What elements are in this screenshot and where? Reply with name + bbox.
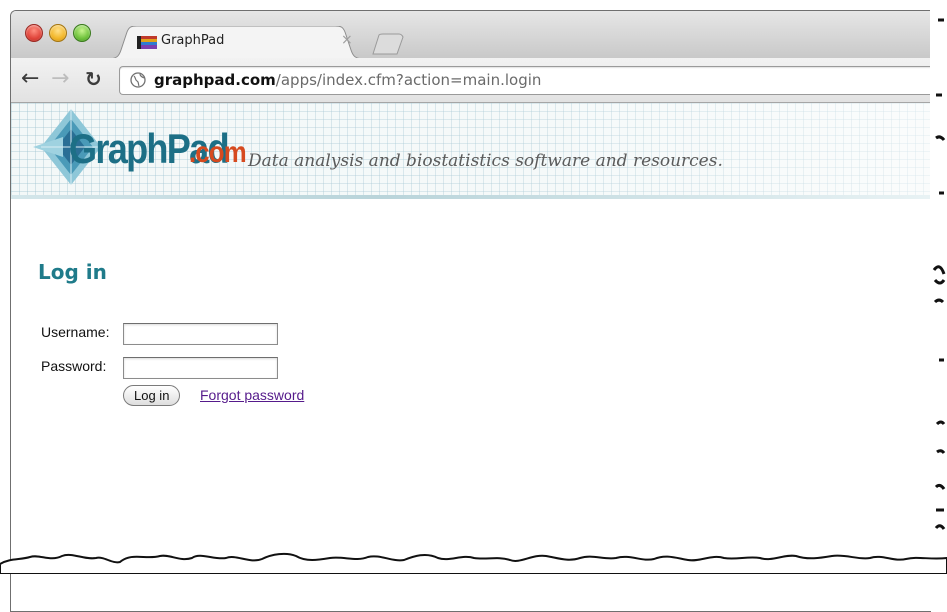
banner-divider (11, 195, 931, 199)
toolbar: ← → ↻ graphpad.com/apps/index.cfm?action… (11, 58, 931, 103)
page-viewport: GraphPad .com Data analysis and biostati… (11, 103, 931, 611)
tab-strip: GraphPad × (11, 11, 931, 59)
forward-arrow-icon[interactable]: → (51, 67, 69, 91)
reload-icon[interactable]: ↻ (85, 67, 102, 91)
login-button[interactable]: Log in (123, 385, 181, 406)
close-window-button[interactable] (25, 24, 43, 42)
back-arrow-icon[interactable]: ← (21, 67, 39, 91)
new-tab-button[interactable] (371, 33, 405, 55)
graphpad-favicon (137, 36, 157, 49)
torn-right-edge (930, 0, 947, 574)
password-input[interactable] (123, 357, 278, 379)
page-title: Log in (38, 260, 107, 284)
logo-dotcom[interactable]: .com (189, 137, 247, 169)
url-path: /apps/index.cfm?action=main.login (275, 71, 542, 89)
tab-close-icon[interactable]: × (341, 32, 353, 48)
zoom-window-button[interactable] (73, 24, 91, 42)
site-tagline: Data analysis and biostatistics software… (248, 151, 723, 171)
tab-graphpad[interactable]: GraphPad × (107, 26, 367, 59)
password-label: Password: (41, 358, 107, 374)
url-text: graphpad.com/apps/index.cfm?action=main.… (154, 71, 541, 89)
minimize-window-button[interactable] (49, 24, 67, 42)
username-input[interactable] (123, 323, 278, 345)
browser-window: GraphPad × ← → ↻ graphpad.com/apps/index… (10, 10, 931, 612)
tab-title: GraphPad (161, 33, 225, 48)
address-bar[interactable]: graphpad.com/apps/index.cfm?action=main.… (119, 66, 931, 95)
forgot-password-link[interactable]: Forgot password (200, 387, 304, 403)
username-label: Username: (41, 324, 110, 340)
torn-bottom-edge (0, 552, 947, 574)
globe-icon (130, 72, 146, 88)
url-host: graphpad.com (154, 71, 276, 89)
